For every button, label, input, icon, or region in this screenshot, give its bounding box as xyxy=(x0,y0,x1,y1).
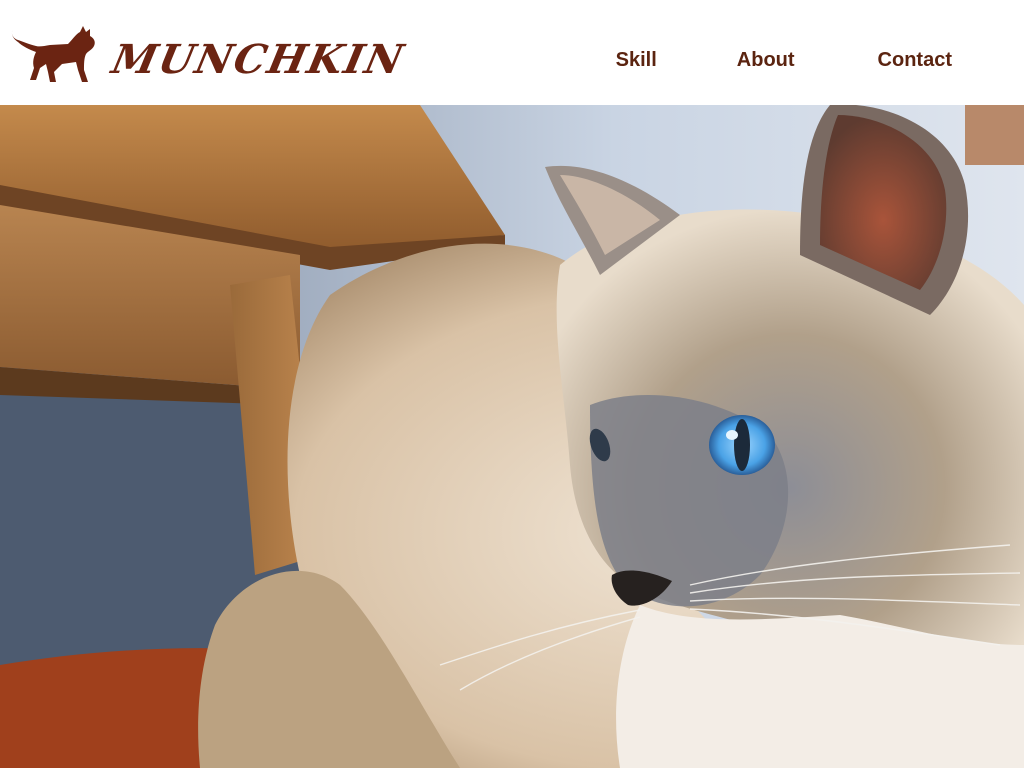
nav-link-about[interactable]: About xyxy=(737,44,795,76)
logo-text: MUNCHKIN xyxy=(107,36,410,83)
site-header: MUNCHKIN Skill About Contact xyxy=(0,0,1024,105)
logo-link[interactable]: MUNCHKIN xyxy=(10,24,409,88)
cat-silhouette-icon xyxy=(11,26,95,82)
hero-image xyxy=(0,105,1024,768)
nav-link-skill[interactable]: Skill xyxy=(616,44,657,76)
nav-link-contact[interactable]: Contact xyxy=(878,44,952,76)
main-nav: Skill About Contact xyxy=(616,44,952,76)
cat-photo xyxy=(0,105,1024,768)
